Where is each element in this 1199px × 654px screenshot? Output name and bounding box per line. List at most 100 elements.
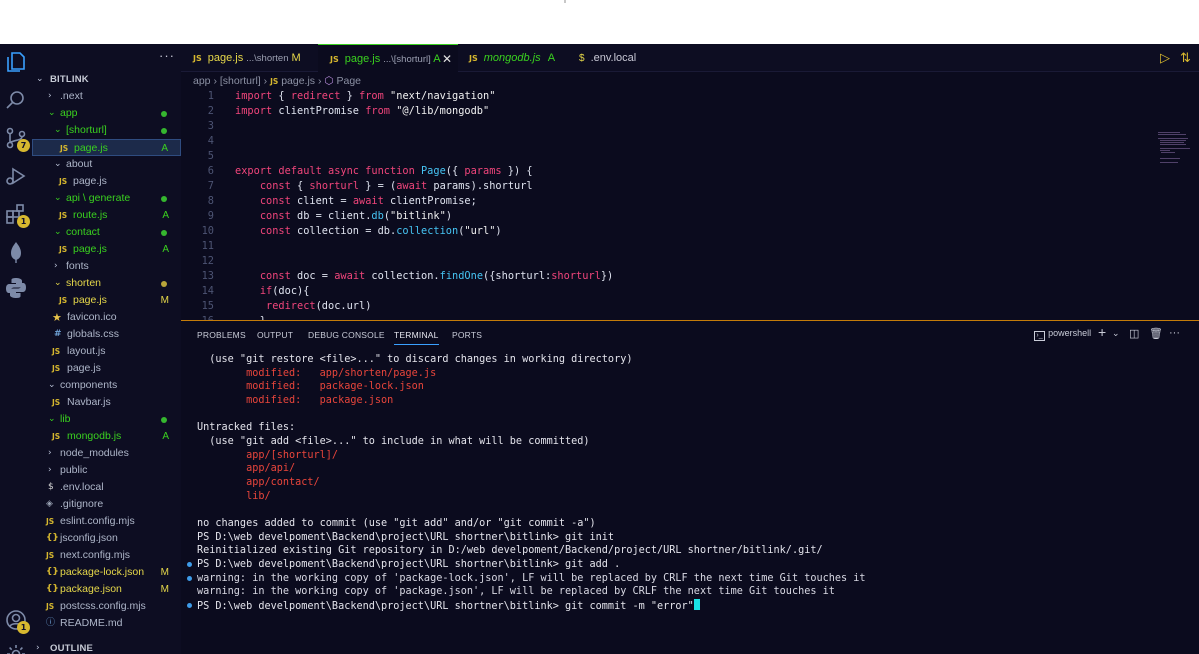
close-icon[interactable]: ✕ [442,45,452,73]
chevron-right-icon: › [48,91,52,101]
tab-ports[interactable]: PORTS [452,330,482,340]
git-status-dot [161,417,167,423]
tab-debug-console[interactable]: DEBUG CONSOLE [308,330,385,340]
command-status-dot [187,576,192,581]
terminal-input-line[interactable]: PS D:\web develpoment\Backend\project\UR… [197,599,700,613]
explorer-icon[interactable] [4,50,28,74]
tree-item-globals-css[interactable]: # globals.css [32,326,181,343]
chevron-down-icon: ⌄ [54,159,62,169]
tree-item-shorturl-page[interactable]: JS page.js A [32,139,181,156]
tree-item-postcss[interactable]: JS postcss.config.mjs [32,598,181,615]
tree-item-shorten-page[interactable]: JS page.js M [32,292,181,309]
terminal-line: modified: app/shorten/page.js [197,368,437,379]
css-hash-icon: # [54,329,62,339]
accounts-icon[interactable]: 1 [4,608,30,634]
js-file-icon: JS [330,55,339,64]
tab-terminal[interactable]: TERMINAL [394,330,439,345]
terminal-shell-selector[interactable]: ›_ powershell [1034,327,1091,341]
terminal-line: (use "git restore <file>..." to discard … [197,354,633,365]
info-icon: ⓘ [46,618,56,628]
tab-env-local[interactable]: $ .env.local [579,44,679,72]
breadcrumb-shorturl[interactable]: [shorturl] [220,75,261,87]
dollar-icon: $ [579,53,585,64]
explorer-more-button[interactable]: ··· [159,48,175,63]
extensions-icon[interactable]: 1 [4,202,30,228]
more-actions-icon[interactable]: ··· [1169,327,1180,339]
python-icon[interactable] [4,276,28,300]
run-debug-icon[interactable] [4,164,28,188]
terminal-line: PS D:\web develpoment\Backend\project\UR… [197,532,615,543]
tree-item-navbar[interactable]: JS Navbar.js [32,394,181,411]
source-control-icon[interactable]: 7 [4,126,30,152]
split-terminal-icon[interactable]: ◫ [1129,327,1139,340]
tab-mongodb[interactable]: JS mongodb.js A [469,44,569,72]
top-marker [564,0,566,3]
tree-item-readme[interactable]: ⓘ README.md [32,615,181,632]
vscode-window: 7 1 1 ··· ⌄ BITLINK › .next ⌄ app ⌄ [sho… [0,44,1199,654]
settings-gear-icon[interactable] [4,642,28,654]
tree-item-node-modules[interactable]: › node_modules [32,445,181,462]
new-terminal-plus-icon[interactable]: + [1098,324,1106,340]
tree-item-app[interactable]: ⌄ app [32,105,181,122]
tree-item-next-config[interactable]: JS next.config.mjs [32,547,181,564]
tree-item-components[interactable]: ⌄ components [32,377,181,394]
tree-item-app-page[interactable]: JS page.js [32,360,181,377]
chevron-down-icon: ⌄ [54,125,62,135]
chevron-down-icon: ⌄ [54,193,62,203]
minimap[interactable] [1158,132,1194,172]
tab-shorturl-page[interactable]: JS page.js ...\[shorturl] A ✕ [318,44,458,72]
terminal-line: PS D:\web develpoment\Backend\project\UR… [197,559,621,570]
tree-item-shorturl[interactable]: ⌄ [shorturl] [32,122,181,139]
compare-changes-icon[interactable]: ⇅ [1180,50,1191,66]
tree-item-env-local[interactable]: $ .env.local [32,479,181,496]
terminal-cursor [693,599,700,610]
tree-item-package-lock[interactable]: {} package-lock.json M [32,564,181,581]
js-file-icon: JS [59,245,68,254]
search-icon[interactable] [4,88,28,112]
breadcrumb-file[interactable]: page.js [281,75,315,87]
tree-item-package-json[interactable]: {} package.json M [32,581,181,598]
tree-item-contact-page[interactable]: JS page.js A [32,241,181,258]
breadcrumb-app[interactable]: app [193,75,211,87]
js-file-icon: JS [60,144,69,153]
code-line: 8 const client = await clientPromise; [207,195,477,207]
run-play-icon[interactable]: ▷ [1160,50,1170,66]
mongodb-leaf-icon[interactable] [4,240,28,264]
breadcrumb: app › [shorturl] › JS page.js › ⬡ Page [193,73,361,89]
js-file-icon: JS [469,54,478,63]
tree-item-jsconfig[interactable]: {} jsconfig.json [32,530,181,547]
tree-item-lib[interactable]: ⌄ lib [32,411,181,428]
tree-item-fonts[interactable]: › fonts [32,258,181,275]
tree-item-public[interactable]: › public [32,462,181,479]
json-braces-icon: {} [46,584,59,594]
tree-item-route[interactable]: JS route.js A [32,207,181,224]
code-editor[interactable]: 1 import { redirect } from "next/navigati… [181,89,1199,320]
tree-item-api-generate[interactable]: ⌄ api \ generate [32,190,181,207]
tree-item-mongodb[interactable]: JS mongodb.js A [32,428,181,445]
tree-item-about-page[interactable]: JS page.js [32,173,181,190]
tree-item-next[interactable]: › .next [32,88,181,105]
tree-item-favicon[interactable]: ★ favicon.ico [32,309,181,326]
command-status-dot [187,603,192,608]
tree-item-about[interactable]: ⌄ about [32,156,181,173]
trash-icon[interactable]: 🗑 [1149,327,1163,340]
tree-item-eslint[interactable]: JS eslint.config.mjs [32,513,181,530]
extensions-badge: 1 [17,215,30,228]
tree-item-shorten[interactable]: ⌄ shorten [32,275,181,292]
chevron-down-icon[interactable]: ⌄ [1112,328,1120,339]
code-line: 4 [207,135,214,147]
json-braces-icon: {} [46,533,59,543]
top-blank-area [0,0,1199,44]
tree-item-layout[interactable]: JS layout.js [32,343,181,360]
tab-output[interactable]: OUTPUT [257,330,293,340]
breadcrumb-symbol[interactable]: Page [337,75,362,87]
tree-item-contact[interactable]: ⌄ contact [32,224,181,241]
tab-shorten-page[interactable]: JS page.js ...\shorten M [193,44,315,72]
git-status-dot [161,281,167,287]
terminal-line: app/contact/ [197,477,320,488]
outline-section-header[interactable]: › OUTLINE [32,640,181,654]
tree-item-gitignore[interactable]: ◈ .gitignore [32,496,181,513]
tab-problems[interactable]: PROBLEMS [197,330,246,340]
js-file-icon: JS [52,432,61,441]
project-header[interactable]: ⌄ BITLINK [32,71,181,88]
